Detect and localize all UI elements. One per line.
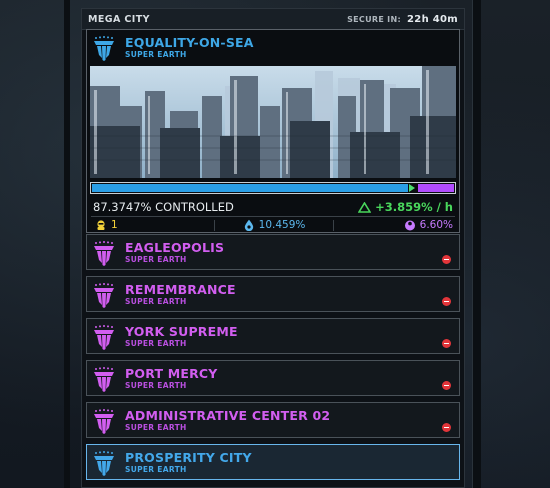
city-planet: SUPER EARTH xyxy=(125,339,187,348)
super-earth-emblem-icon xyxy=(94,283,114,308)
purple-stat-value: 6.60% xyxy=(419,219,454,231)
blocked-icon xyxy=(442,255,451,264)
city-skyline-image xyxy=(90,66,456,178)
blue-stat-value: 10.459% xyxy=(258,219,306,231)
enemy-faction-icon xyxy=(404,220,415,231)
players-stat: 1 xyxy=(91,219,214,231)
city-name: REMEMBRANCE xyxy=(125,282,236,297)
super-earth-emblem-icon xyxy=(94,451,114,476)
control-stats: 87.3747% CONTROLLED +3.859% / h xyxy=(93,198,453,216)
city-name: PORT MERCY xyxy=(125,366,218,381)
control-progress-fill xyxy=(92,184,408,192)
secure-label: SECURE IN: xyxy=(347,14,401,24)
city-name: EAGLEOPOLIS xyxy=(125,240,225,255)
city-planet: SUPER EARTH xyxy=(125,381,187,390)
controlled-percent: 87.3747% CONTROLLED xyxy=(93,200,234,214)
city-planet: SUPER EARTH xyxy=(125,423,187,432)
enemy-progress-fill xyxy=(418,184,454,192)
blocked-icon xyxy=(442,381,451,390)
featured-city-title: EQUALITY-ON-SEA SUPER EARTH xyxy=(87,30,459,66)
city-planet: SUPER EARTH xyxy=(125,255,187,264)
blocked-icon xyxy=(442,339,451,348)
liberation-rate-value: +3.859% / h xyxy=(375,200,453,214)
water-drop-icon xyxy=(244,219,253,231)
panel-header: MEGA CITY SECURE IN: 22h 40m xyxy=(82,9,464,30)
liberation-rate: +3.859% / h xyxy=(358,200,453,214)
control-progress-bar xyxy=(90,182,456,194)
city-item-port-mercy[interactable]: PORT MERCY SUPER EARTH xyxy=(86,360,460,396)
city-item-york-supreme[interactable]: YORK SUPREME SUPER EARTH xyxy=(86,318,460,354)
super-earth-emblem-icon xyxy=(94,325,114,350)
super-earth-emblem-icon xyxy=(94,241,114,266)
featured-city-card[interactable]: EQUALITY-ON-SEA SUPER EARTH 87.3747% CON… xyxy=(86,29,460,233)
super-earth-emblem-icon xyxy=(94,36,114,61)
featured-city-name: EQUALITY-ON-SEA xyxy=(125,35,254,50)
city-item-eagleopolis[interactable]: EAGLEOPOLIS SUPER EARTH xyxy=(86,234,460,270)
rate-up-triangle-icon xyxy=(358,201,372,213)
left-divider xyxy=(64,0,70,488)
featured-city-planet: SUPER EARTH xyxy=(125,50,187,59)
city-item-administrative-center-02[interactable]: ADMINISTRATIVE CENTER 02 SUPER EARTH xyxy=(86,402,460,438)
mega-city-panel: MEGA CITY SECURE IN: 22h 40m EQUALITY-ON… xyxy=(81,8,465,488)
city-name: ADMINISTRATIVE CENTER 02 xyxy=(125,408,331,423)
players-count: 1 xyxy=(111,219,118,231)
city-planet: SUPER EARTH xyxy=(125,297,187,306)
super-earth-emblem-icon xyxy=(94,367,114,392)
blocked-icon xyxy=(442,297,451,306)
right-scrollbar-track[interactable] xyxy=(472,0,481,488)
city-name: YORK SUPREME xyxy=(125,324,238,339)
secure-timer: SECURE IN: 22h 40m xyxy=(347,14,458,25)
helldiver-icon xyxy=(97,220,105,230)
secure-time: 22h 40m xyxy=(407,13,458,25)
city-planet: SUPER EARTH xyxy=(125,465,187,474)
city-item-prosperity-city[interactable]: PROSPERITY CITY SUPER EARTH xyxy=(86,444,460,480)
city-item-remembrance[interactable]: REMEMBRANCE SUPER EARTH xyxy=(86,276,460,312)
purple-stat: 6.60% xyxy=(334,219,455,231)
panel-title: MEGA CITY xyxy=(88,13,150,25)
super-earth-emblem-icon xyxy=(94,409,114,434)
progress-direction-arrow xyxy=(409,184,415,192)
blocked-icon xyxy=(442,423,451,432)
city-name: PROSPERITY CITY xyxy=(125,450,252,465)
blue-stat: 10.459% xyxy=(215,219,334,231)
city-stat-icons: 1 10.459% 6.60% xyxy=(91,216,455,233)
